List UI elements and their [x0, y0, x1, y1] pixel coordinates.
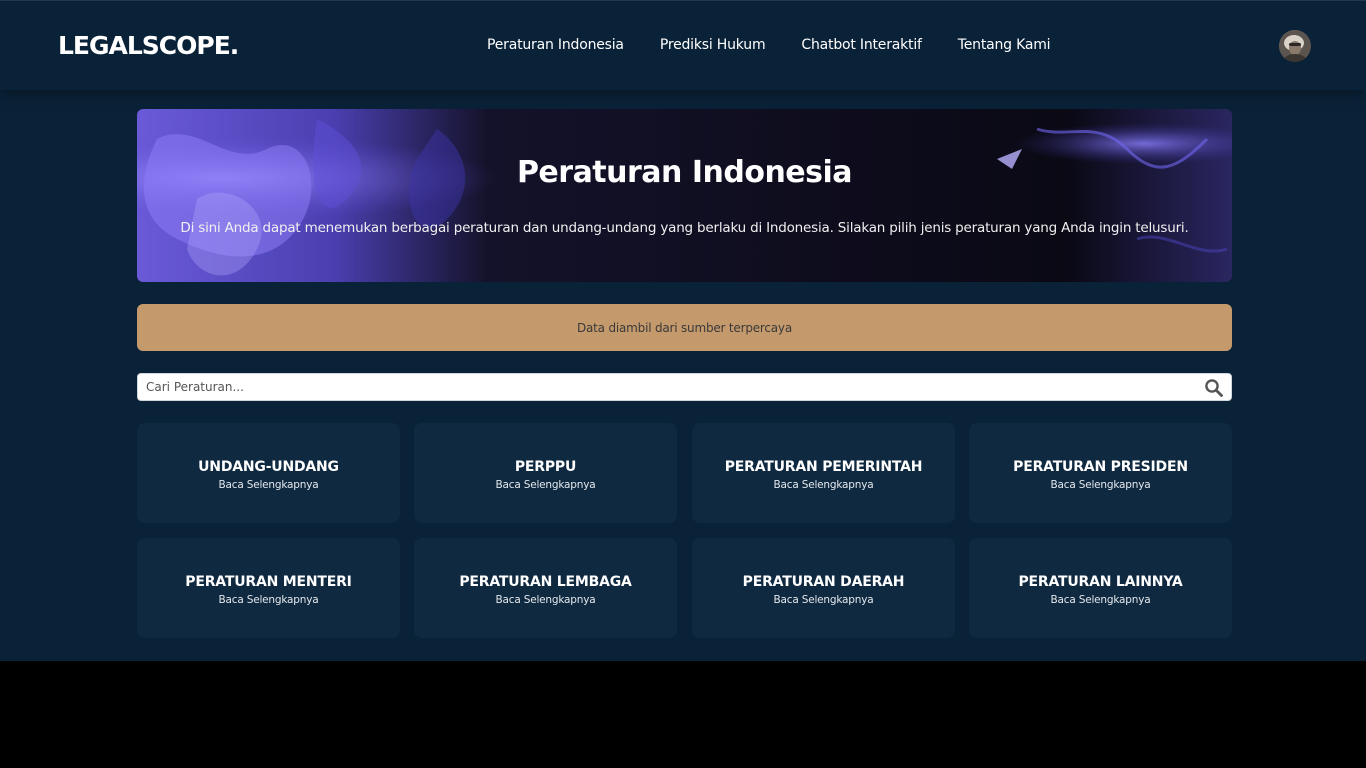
- info-text: Data diambil dari sumber terpercaya: [576, 320, 792, 335]
- category-card-peraturan-presiden[interactable]: PERATURAN PRESIDEN Baca Selengkapnya: [969, 423, 1232, 523]
- nav-menu: Peraturan Indonesia Prediksi Hukum Chatb…: [487, 37, 1051, 53]
- card-title: PERATURAN PEMERINTAH: [724, 459, 923, 475]
- site-logo[interactable]: LEGALSCOPE.: [58, 31, 239, 60]
- category-card-peraturan-menteri[interactable]: PERATURAN MENTERI Baca Selengkapnya: [137, 538, 400, 638]
- page: LEGALSCOPE. Peraturan Indonesia Prediksi…: [0, 0, 1366, 661]
- nav-link-tentang-kami[interactable]: Tentang Kami: [958, 37, 1051, 53]
- hero-banner: Peraturan Indonesia Di sini Anda dapat m…: [137, 109, 1232, 282]
- card-read-more-link[interactable]: Baca Selengkapnya: [137, 479, 400, 491]
- card-read-more-link[interactable]: Baca Selengkapnya: [969, 594, 1232, 606]
- hero-background-image: [137, 109, 1232, 282]
- nav-link-peraturan-indonesia[interactable]: Peraturan Indonesia: [487, 37, 624, 53]
- card-read-more-link[interactable]: Baca Selengkapnya: [414, 594, 677, 606]
- user-avatar[interactable]: [1279, 30, 1311, 62]
- category-card-peraturan-lembaga[interactable]: PERATURAN LEMBAGA Baca Selengkapnya: [414, 538, 677, 638]
- category-card-peraturan-pemerintah[interactable]: PERATURAN PEMERINTAH Baca Selengkapnya: [692, 423, 955, 523]
- search-bar: [137, 373, 1232, 401]
- card-title: PERATURAN PRESIDEN: [1013, 459, 1188, 475]
- category-card-peraturan-lainnya[interactable]: PERATURAN LAINNYA Baca Selengkapnya: [969, 538, 1232, 638]
- card-read-more-link[interactable]: Baca Selengkapnya: [137, 594, 400, 606]
- avatar-image: [1279, 30, 1311, 62]
- card-title: PERATURAN MENTERI: [185, 574, 352, 590]
- nav-link-prediksi-hukum[interactable]: Prediksi Hukum: [660, 37, 766, 53]
- card-title: UNDANG-UNDANG: [198, 459, 339, 475]
- card-title: PERATURAN LEMBAGA: [459, 574, 632, 590]
- search-input[interactable]: [146, 374, 1186, 400]
- card-title: PERPPU: [514, 459, 577, 475]
- category-card-peraturan-daerah[interactable]: PERATURAN DAERAH Baca Selengkapnya: [692, 538, 955, 638]
- card-read-more-link[interactable]: Baca Selengkapnya: [414, 479, 677, 491]
- card-read-more-link[interactable]: Baca Selengkapnya: [692, 594, 955, 606]
- card-read-more-link[interactable]: Baca Selengkapnya: [969, 479, 1232, 491]
- card-title: PERATURAN LAINNYA: [1018, 574, 1183, 590]
- category-card-perppu[interactable]: PERPPU Baca Selengkapnya: [414, 423, 677, 523]
- page-title: Peraturan Indonesia: [516, 155, 853, 190]
- search-icon[interactable]: [1204, 378, 1224, 398]
- navbar: LEGALSCOPE. Peraturan Indonesia Prediksi…: [0, 0, 1366, 90]
- empty-viewport-area: [0, 661, 1366, 768]
- card-title: PERATURAN DAERAH: [742, 574, 905, 590]
- category-card-undang-undang[interactable]: UNDANG-UNDANG Baca Selengkapnya: [137, 423, 400, 523]
- info-banner: Data diambil dari sumber terpercaya: [137, 304, 1232, 351]
- card-read-more-link[interactable]: Baca Selengkapnya: [692, 479, 955, 491]
- nav-link-chatbot-interaktif[interactable]: Chatbot Interaktif: [801, 37, 922, 53]
- page-description: Di sini Anda dapat menemukan berbagai pe…: [180, 220, 1189, 236]
